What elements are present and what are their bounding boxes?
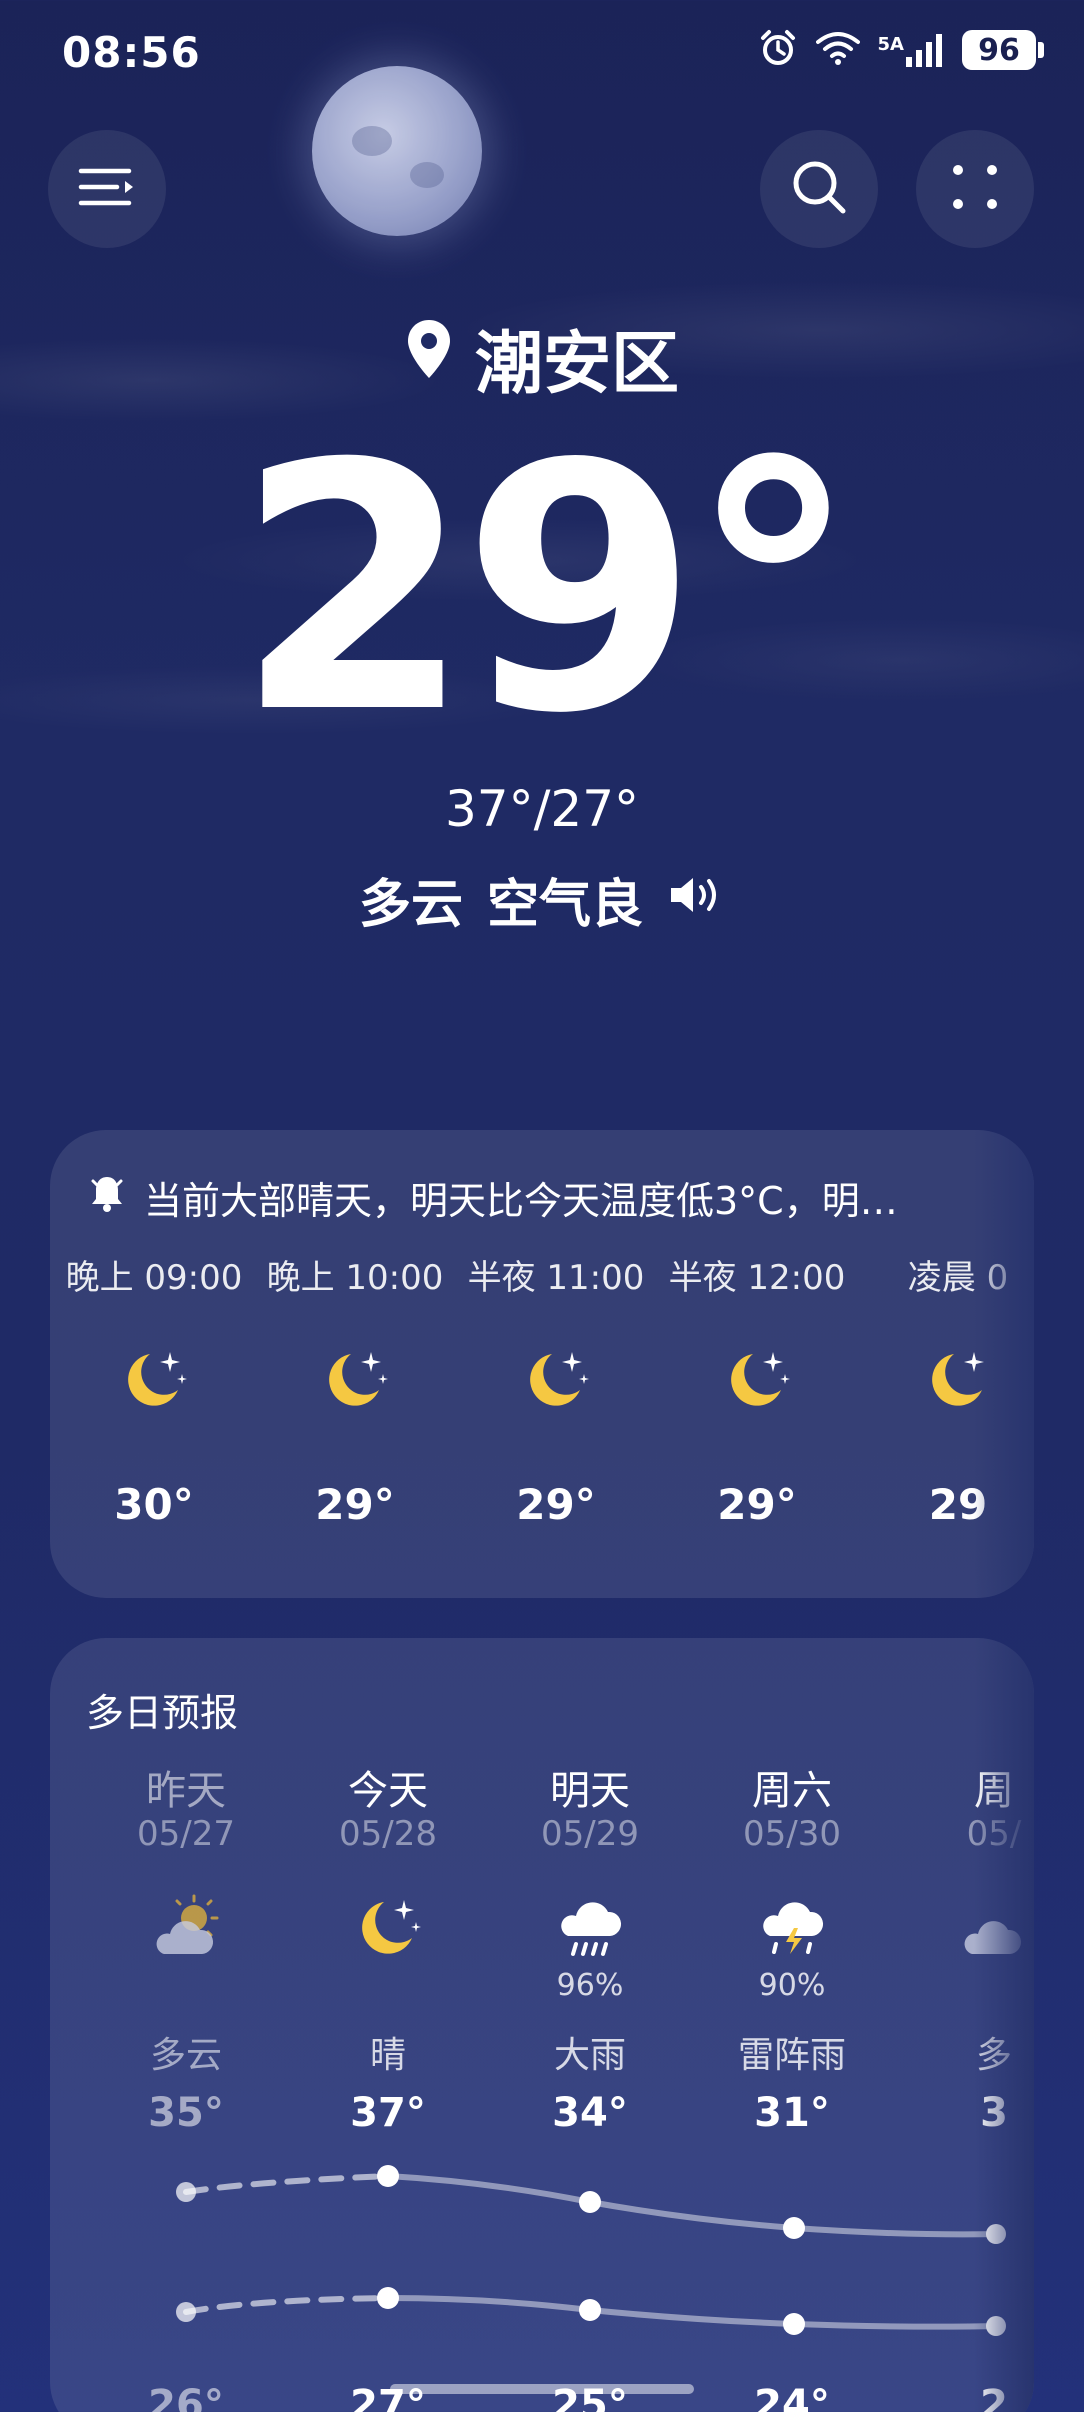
menu-icon — [77, 165, 137, 213]
moon-stars-icon — [456, 1340, 656, 1420]
hour-time: 晚上 10:00 — [266, 1258, 444, 1298]
day-high: 34° — [552, 2090, 628, 2136]
day-low: 24° — [754, 2382, 830, 2412]
day-weather: 多云 — [149, 2035, 222, 2076]
day-weather: 雷阵雨 — [737, 2035, 846, 2076]
temp-range: 37°/27° — [444, 780, 640, 838]
cell-signal-icon: 5A — [878, 33, 944, 67]
hourly-list[interactable]: 晚上 09:00 30° 晚上 10:00 29° 半夜 11:00 29° 半… — [50, 1250, 1034, 1580]
more-options-button[interactable] — [916, 130, 1034, 248]
speaker-icon[interactable] — [667, 870, 725, 930]
home-indicator[interactable] — [390, 2384, 694, 2394]
hour-temp: 29° — [717, 1480, 797, 1529]
hourly-forecast-card[interactable]: 当前大部晴天，明天比今天温度低3°C，明… 晚上 09:00 30° 晚上 10… — [50, 1130, 1034, 1598]
daily-forecast-card[interactable]: 多日预报 昨天 05/27 多云 35° 26° 今天 05/28 晴 37° … — [50, 1638, 1034, 2412]
search-button[interactable] — [760, 130, 878, 248]
air-quality-text: 空气良 — [487, 875, 644, 935]
hour-time: 半夜 12:00 — [668, 1258, 846, 1298]
weather-alert[interactable]: 当前大部晴天，明天比今天温度低3°C，明… — [90, 1170, 898, 1225]
moon-stars-icon — [54, 1340, 254, 1420]
moon-stars-icon — [657, 1340, 857, 1420]
current-condition-row: 多云 空气良 — [0, 862, 1084, 937]
battery-indicator: 96 — [962, 30, 1036, 70]
status-icons: 5A 96 — [758, 28, 1044, 72]
status-bar: 08:56 5A 96 — [0, 0, 1084, 110]
bell-icon — [90, 1173, 124, 1222]
day-name: 周六 — [752, 1768, 832, 1814]
day-weather: 大雨 — [553, 2035, 626, 2076]
day-weather: 晴 — [369, 2035, 406, 2076]
heavy-rain-icon — [490, 1888, 690, 1968]
network-type: 5A — [877, 34, 904, 55]
hour-time: 半夜 11:00 — [467, 1258, 645, 1298]
status-time: 08:56 — [62, 28, 201, 77]
moon-stars-icon — [288, 1888, 488, 1968]
menu-button[interactable] — [48, 130, 166, 248]
day-date: 05/29 — [541, 1814, 639, 1854]
moon-stars-icon — [255, 1340, 455, 1420]
wifi-icon — [815, 30, 860, 70]
day-date: 05/27 — [137, 1814, 235, 1854]
dots-grid-icon — [950, 162, 1000, 216]
day-high: 35° — [148, 2090, 224, 2136]
forecast-title: 多日预报 — [86, 1691, 239, 1735]
day-date: 05/30 — [743, 1814, 841, 1854]
thunderstorm-icon — [692, 1888, 892, 1968]
alarm-icon — [758, 28, 798, 72]
hour-temp: 30° — [114, 1480, 194, 1529]
day-name: 明天 — [550, 1768, 630, 1814]
scroll-fade — [974, 1130, 1034, 1598]
temperature-curve — [176, 2165, 1006, 2336]
day-low: 26° — [148, 2382, 224, 2412]
day-name: 昨天 — [146, 1768, 226, 1814]
daily-list[interactable]: 昨天 05/27 多云 35° 26° 今天 05/28 晴 37° 27° 明… — [50, 1758, 1034, 2412]
precip-chance: 96% — [556, 1968, 624, 2003]
day-high: 31° — [754, 2090, 830, 2136]
condition-text: 多云 — [358, 875, 463, 935]
hour-time: 晚上 09:00 — [65, 1258, 243, 1298]
precip-chance: 90% — [758, 1968, 826, 2003]
partly-cloudy-icon — [86, 1888, 286, 1968]
search-icon — [789, 157, 849, 221]
moon-image — [312, 66, 482, 236]
hour-temp: 29° — [315, 1480, 395, 1529]
day-date: 05/28 — [339, 1814, 437, 1854]
battery-tip — [1038, 42, 1044, 58]
day-high: 37° — [350, 2090, 426, 2136]
scroll-fade — [974, 1638, 1034, 2412]
location-pin-icon — [405, 318, 453, 397]
alert-text: 当前大部晴天，明天比今天温度低3°C，明… — [144, 1179, 898, 1223]
current-temperature: 29° — [235, 392, 858, 788]
hour-temp: 29° — [516, 1480, 596, 1529]
day-name: 今天 — [348, 1768, 428, 1814]
